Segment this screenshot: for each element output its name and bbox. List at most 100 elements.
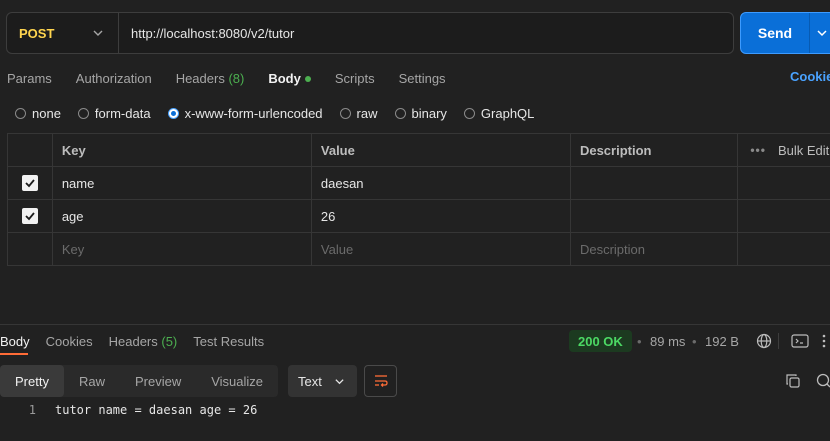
response-tab-headers-count: (5): [161, 333, 178, 349]
radio-circle: [339, 107, 351, 119]
tab-headers[interactable]: Headers (8): [176, 71, 245, 86]
row-checkbox[interactable]: [21, 208, 38, 224]
row-value[interactable]: daesan: [310, 167, 570, 199]
toolbar-divider: [778, 333, 779, 349]
tab-authorization[interactable]: Authorization: [76, 71, 152, 86]
header-value: Value: [310, 134, 570, 166]
globe-icon[interactable]: [755, 332, 773, 350]
tab-settings[interactable]: Settings: [399, 71, 446, 86]
tab-headers-count: (8): [228, 70, 245, 86]
radio-raw[interactable]: raw: [339, 105, 378, 121]
chevron-down-icon: [335, 378, 344, 384]
bulk-edit-button[interactable]: Bulk Edit: [778, 143, 829, 158]
header-description: Description: [569, 134, 737, 166]
chevron-down-icon: [93, 30, 103, 36]
tab-params[interactable]: Params: [7, 71, 52, 86]
table-row-new: Key Value Description: [7, 233, 830, 266]
chevron-down-icon[interactable]: [816, 27, 828, 39]
body-active-dot: [304, 76, 311, 83]
view-tab-pretty[interactable]: Pretty: [0, 365, 64, 397]
new-description-input[interactable]: Description: [569, 233, 737, 265]
header-check-cell: [7, 134, 52, 166]
send-divider: [809, 13, 810, 53]
response-tab-headers[interactable]: Headers (5): [109, 334, 178, 349]
response-size[interactable]: 192 B: [705, 334, 739, 349]
tab-body[interactable]: Body: [268, 71, 311, 86]
radio-label: GraphQL: [480, 105, 535, 121]
new-value-input[interactable]: Value: [310, 233, 570, 265]
row-empty-cell: [737, 200, 830, 232]
checkmark-icon: [25, 179, 35, 188]
method-label: POST: [19, 25, 55, 41]
tab-scripts[interactable]: Scripts: [335, 71, 375, 86]
row-key[interactable]: age: [51, 200, 311, 232]
method-select[interactable]: POST: [7, 13, 119, 53]
response-tab-cookies[interactable]: Cookies: [46, 334, 93, 349]
format-label: Text: [298, 373, 322, 389]
radio-label: raw: [356, 105, 378, 121]
save-example-icon[interactable]: [790, 332, 810, 350]
url-input[interactable]: [131, 25, 733, 41]
new-key-input[interactable]: Key: [51, 233, 311, 265]
header-key: Key: [51, 134, 311, 166]
response-tab-headers-label: Headers: [108, 333, 158, 349]
tab-headers-label: Headers: [175, 70, 225, 86]
response-tabs: Body Cookies Headers (5) Test Results: [0, 333, 280, 349]
separator-dot: •: [637, 334, 642, 349]
format-select[interactable]: Text: [288, 365, 357, 397]
code-line: tutor name = daesan age = 26: [55, 403, 258, 417]
radio-label: none: [32, 105, 61, 121]
table-row: age 26: [7, 200, 830, 233]
radio-circle: [15, 107, 26, 119]
row-empty-cell: [737, 233, 830, 265]
view-tab-preview[interactable]: Preview: [120, 365, 196, 397]
response-tab-body[interactable]: Body: [0, 334, 30, 349]
table-header-row: Key Value Description ••• Bulk Edit: [7, 134, 830, 167]
radio-circle: [463, 107, 475, 119]
row-key[interactable]: name: [51, 167, 311, 199]
row-check-cell: [7, 233, 52, 265]
separator-dot: •: [692, 334, 697, 349]
row-value[interactable]: 26: [310, 200, 570, 232]
header-bulk-cell: ••• Bulk Edit: [737, 134, 830, 166]
more-options-icon[interactable]: •••: [750, 143, 766, 157]
active-tab-underline: [0, 353, 28, 355]
radio-label: x-www-form-urlencoded: [184, 105, 323, 121]
table-row: name daesan: [7, 167, 830, 200]
response-time[interactable]: 89 ms: [650, 334, 685, 349]
more-icon[interactable]: [818, 332, 830, 350]
line-number: 1: [28, 403, 36, 417]
radio-form-data[interactable]: form-data: [77, 105, 151, 121]
radio-label: binary: [411, 105, 447, 121]
view-tab-visualize[interactable]: Visualize: [196, 365, 278, 397]
radio-label: form-data: [94, 105, 151, 121]
row-empty-cell: [737, 167, 830, 199]
view-tab-raw[interactable]: Raw: [64, 365, 120, 397]
wrap-lines-icon: [374, 375, 388, 387]
row-check-cell: [7, 200, 52, 232]
row-check-cell: [7, 167, 52, 199]
url-bar: POST: [6, 12, 734, 54]
radio-none[interactable]: none: [15, 106, 61, 121]
tab-body-label: Body: [268, 70, 301, 86]
radio-circle: [77, 107, 89, 119]
request-tabs: Params Authorization Headers (8) Body Sc…: [7, 68, 470, 88]
response-divider: [0, 324, 830, 325]
status-badge[interactable]: 200 OK: [569, 330, 632, 352]
response-tab-test-results[interactable]: Test Results: [193, 334, 264, 349]
cookies-link[interactable]: Cookies: [790, 69, 830, 84]
row-checkbox[interactable]: [21, 175, 38, 191]
copy-icon[interactable]: [784, 372, 802, 390]
radio-binary[interactable]: binary: [394, 105, 447, 121]
wrap-lines-button[interactable]: [364, 365, 397, 397]
radio-graphql[interactable]: GraphQL: [463, 105, 535, 121]
radio-x-www-form-urlencoded[interactable]: x-www-form-urlencoded: [167, 105, 323, 121]
search-icon[interactable]: [814, 372, 830, 390]
row-description[interactable]: [569, 167, 737, 199]
row-description[interactable]: [569, 200, 737, 232]
send-button[interactable]: Send: [740, 12, 830, 54]
view-mode-tabs: Pretty Raw Preview Visualize: [0, 365, 279, 397]
checkmark-icon: [25, 212, 35, 221]
response-code: 1 tutor name = daesan age = 26: [0, 403, 258, 417]
radio-circle: [394, 107, 406, 119]
